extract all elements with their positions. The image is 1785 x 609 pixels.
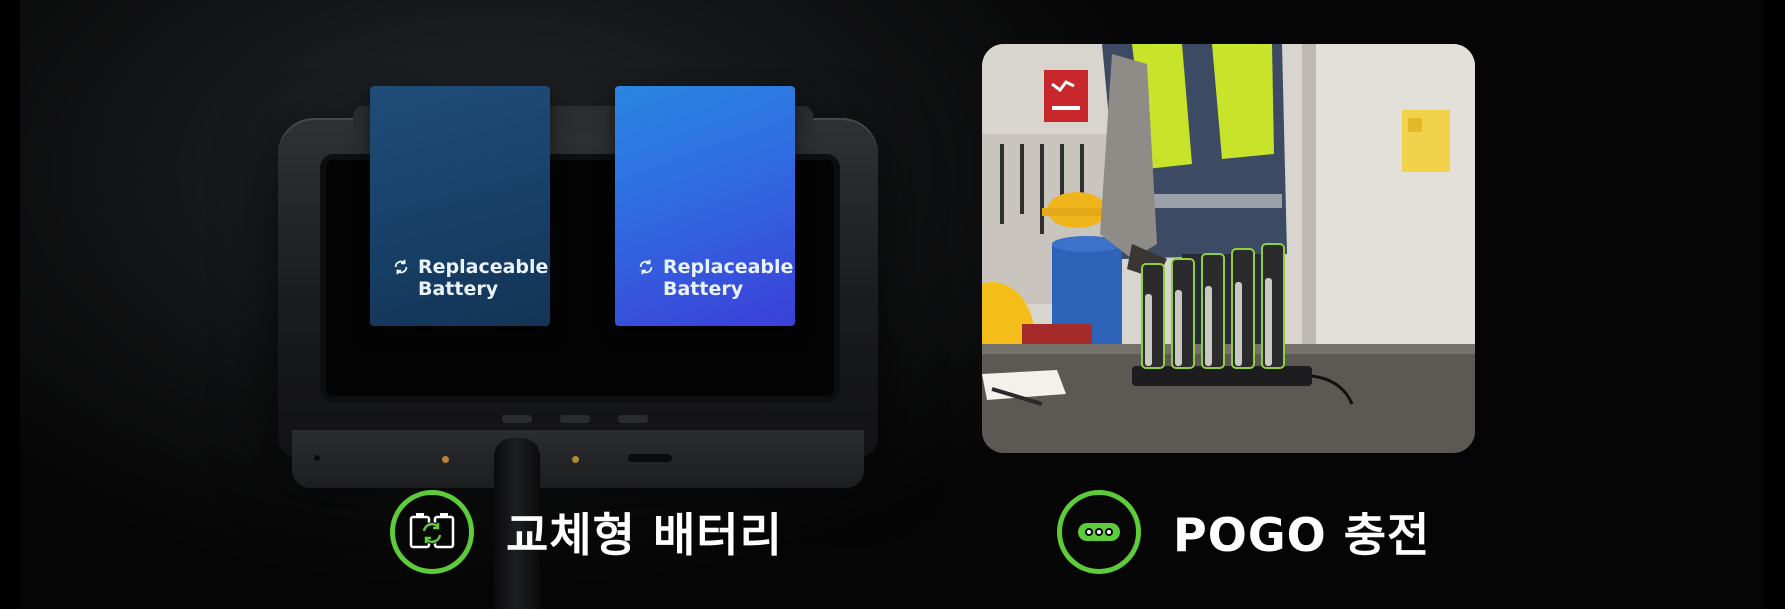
battery-label-line1: Replaceable: [663, 256, 794, 278]
battery-swap-badge: [390, 490, 474, 574]
battery-label-line2: Battery: [418, 278, 499, 300]
refresh-icon: [394, 259, 408, 275]
pogo-charging-photo: [982, 44, 1475, 453]
pogo-pins-badge: [1057, 490, 1141, 574]
tablet-bottom-edge: [292, 430, 864, 488]
pogo-charging-caption: POGO 충전: [1057, 484, 1430, 580]
pogo-charging-title: POGO 충전: [1173, 508, 1431, 562]
warehouse-scene: [982, 44, 1475, 453]
battery-label-line1: Replaceable: [418, 256, 549, 278]
replaceable-battery-caption: 교체형 배터리: [390, 484, 783, 580]
battery-swap-icon: [409, 513, 455, 549]
battery-pack-dark: Replaceable Battery: [370, 86, 550, 326]
battery-label-line2: Battery: [663, 278, 744, 300]
feature-banner: Replaceable Battery Replaceable Battery: [20, 0, 1765, 609]
pogo-pins-icon: [1078, 523, 1120, 541]
battery-label: Replaceable Battery: [392, 256, 549, 300]
replaceable-battery-title: 교체형 배터리: [506, 508, 783, 562]
battery-label: Replaceable Battery: [637, 256, 794, 300]
tablet-nav-buttons: [488, 408, 668, 423]
battery-pack-bright: Replaceable Battery: [615, 86, 795, 326]
refresh-icon: [639, 259, 653, 275]
